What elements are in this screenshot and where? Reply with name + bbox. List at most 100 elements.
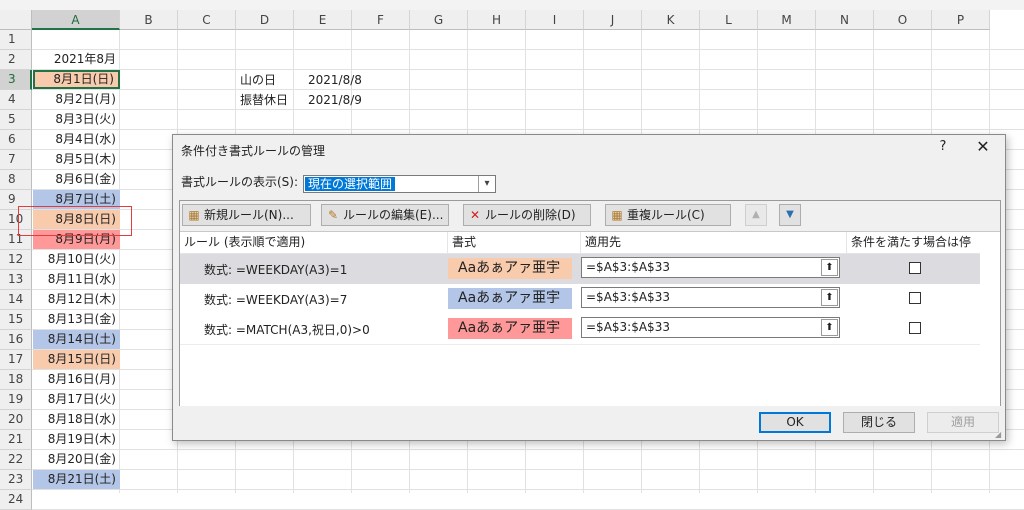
row-header[interactable]: 21 (0, 430, 32, 450)
cell-a[interactable]: 8月1日(日) (33, 70, 120, 89)
holiday-name-cell[interactable]: 振替休日 (240, 91, 288, 110)
applies-to-field[interactable]: =$A$3:$A$33 ⬆ (581, 317, 840, 338)
row-header[interactable]: 17 (0, 350, 32, 370)
rule-row[interactable]: 数式: =WEEKDAY(A3)=7 Aaあぁアァ亜宇 =$A$3:$A$33 … (180, 284, 980, 314)
cell-a[interactable]: 8月3日(火) (33, 110, 120, 129)
gridline (32, 69, 1024, 70)
new-rule-button[interactable]: ▦ 新規ルール(N)... (182, 204, 311, 226)
column-header[interactable]: M (758, 10, 816, 30)
help-button[interactable]: ? (935, 139, 951, 154)
cell-a[interactable]: 8月6日(金) (33, 170, 120, 189)
close-button[interactable]: 閉じる (843, 412, 915, 433)
row-header[interactable]: 20 (0, 410, 32, 430)
rule-row[interactable]: 数式: =MATCH(A3,祝日,0)>0 Aaあぁアァ亜宇 =$A$3:$A$… (180, 314, 980, 344)
applies-to-value: =$A$3:$A$33 (586, 290, 670, 304)
applies-to-field[interactable]: =$A$3:$A$33 ⬆ (581, 257, 840, 278)
row-header[interactable]: 14 (0, 290, 32, 310)
column-header[interactable]: G (410, 10, 468, 30)
column-header[interactable]: I (526, 10, 584, 30)
stop-if-true-checkbox[interactable] (909, 322, 921, 334)
format-preview: Aaあぁアァ亜宇 (448, 318, 572, 339)
holiday-name-cell[interactable]: 山の日 (240, 71, 276, 90)
row-header[interactable]: 5 (0, 110, 32, 130)
cell-a[interactable]: 8月15日(日) (33, 350, 120, 369)
cell-a[interactable]: 8月18日(水) (33, 410, 120, 429)
column-header[interactable]: H (468, 10, 526, 30)
edit-rule-label: ルールの編集(E)... (343, 208, 444, 222)
apply-button[interactable]: 適用 (927, 412, 999, 433)
row-header[interactable]: 1 (0, 30, 32, 50)
column-header[interactable]: A (32, 10, 120, 30)
move-up-icon[interactable]: ▲ (745, 204, 767, 226)
ok-button[interactable]: OK (759, 412, 831, 433)
range-select-icon[interactable]: ⬆ (821, 319, 838, 336)
cell-a[interactable]: 8月5日(木) (33, 150, 120, 169)
holiday-date-cell[interactable]: 2021/8/8 (308, 71, 362, 90)
cell-a[interactable]: 8月11日(水) (33, 270, 120, 289)
gridline (32, 469, 1024, 470)
row-header[interactable]: 12 (0, 250, 32, 270)
range-select-icon[interactable]: ⬆ (821, 289, 838, 306)
column-header[interactable]: P (932, 10, 990, 30)
row-header[interactable]: 6 (0, 130, 32, 150)
holiday-date-cell[interactable]: 2021/8/9 (308, 91, 362, 110)
row-header[interactable]: 18 (0, 370, 32, 390)
cell-a[interactable]: 8月2日(月) (33, 90, 120, 109)
stop-if-true-checkbox[interactable] (909, 262, 921, 274)
gridline (32, 49, 1024, 50)
row-header[interactable]: 8 (0, 170, 32, 190)
row-header[interactable]: 22 (0, 450, 32, 470)
cell-a[interactable]: 2021年8月 (33, 50, 120, 69)
stop-if-true-checkbox[interactable] (909, 292, 921, 304)
column-header[interactable]: N (816, 10, 874, 30)
cell-a[interactable]: 8月14日(土) (33, 330, 120, 349)
cell-a[interactable]: 8月12日(木) (33, 290, 120, 309)
row-header[interactable]: 3 (0, 70, 32, 90)
row-header[interactable]: 24 (0, 490, 32, 510)
cell-a[interactable] (33, 30, 120, 49)
row-header[interactable]: 15 (0, 310, 32, 330)
applies-to-field[interactable]: =$A$3:$A$33 ⬆ (581, 287, 840, 308)
row-header[interactable]: 23 (0, 470, 32, 490)
rule-formula: 数式: =WEEKDAY(A3)=1 (204, 263, 348, 277)
column-header[interactable]: K (642, 10, 700, 30)
column-header[interactable]: O (874, 10, 932, 30)
row-header[interactable]: 2 (0, 50, 32, 70)
chevron-down-icon[interactable]: ▾ (478, 176, 495, 192)
cell-a[interactable]: 8月10日(火) (33, 250, 120, 269)
row-header[interactable]: 4 (0, 90, 32, 110)
select-all-corner[interactable] (0, 10, 32, 30)
column-header[interactable]: C (178, 10, 236, 30)
column-header[interactable]: D (236, 10, 294, 30)
row-header[interactable]: 13 (0, 270, 32, 290)
resize-grip-icon[interactable]: ◢ (995, 430, 1003, 439)
cell-a[interactable]: 8月20日(金) (33, 450, 120, 469)
cell-a[interactable]: 8月4日(水) (33, 130, 120, 149)
cell-a[interactable]: 8月19日(木) (33, 430, 120, 449)
row-header[interactable]: 16 (0, 330, 32, 350)
close-icon[interactable]: ✕ (971, 137, 995, 156)
gridline (32, 449, 1024, 450)
row-header[interactable]: 19 (0, 390, 32, 410)
column-header[interactable]: E (294, 10, 352, 30)
delete-rule-button[interactable]: ✕ ルールの削除(D) (463, 204, 591, 226)
copy-icon: ▦ (611, 208, 623, 222)
column-header[interactable]: L (700, 10, 758, 30)
cell-a[interactable]: 8月13日(金) (33, 310, 120, 329)
show-rules-select[interactable]: 現在の選択範囲 ▾ (303, 175, 496, 193)
applies-to-value: =$A$3:$A$33 (586, 260, 670, 274)
move-down-icon[interactable]: ▼ (779, 204, 801, 226)
rule-row[interactable]: 数式: =WEEKDAY(A3)=1 Aaあぁアァ亜宇 =$A$3:$A$33 … (180, 254, 980, 284)
duplicate-rule-button[interactable]: ▦ 重複ルール(C) (605, 204, 731, 226)
cell-a[interactable]: 8月16日(月) (33, 370, 120, 389)
column-header[interactable]: J (584, 10, 642, 30)
column-header[interactable]: F (352, 10, 410, 30)
applies-to-value: =$A$3:$A$33 (586, 320, 670, 334)
format-column-header: 書式 (448, 232, 581, 254)
column-header[interactable]: B (120, 10, 178, 30)
cell-a[interactable]: 8月21日(土) (33, 470, 120, 489)
cell-a[interactable]: 8月17日(火) (33, 390, 120, 409)
row-header[interactable]: 7 (0, 150, 32, 170)
edit-rule-button[interactable]: ✎ ルールの編集(E)... (321, 204, 449, 226)
range-select-icon[interactable]: ⬆ (821, 259, 838, 276)
